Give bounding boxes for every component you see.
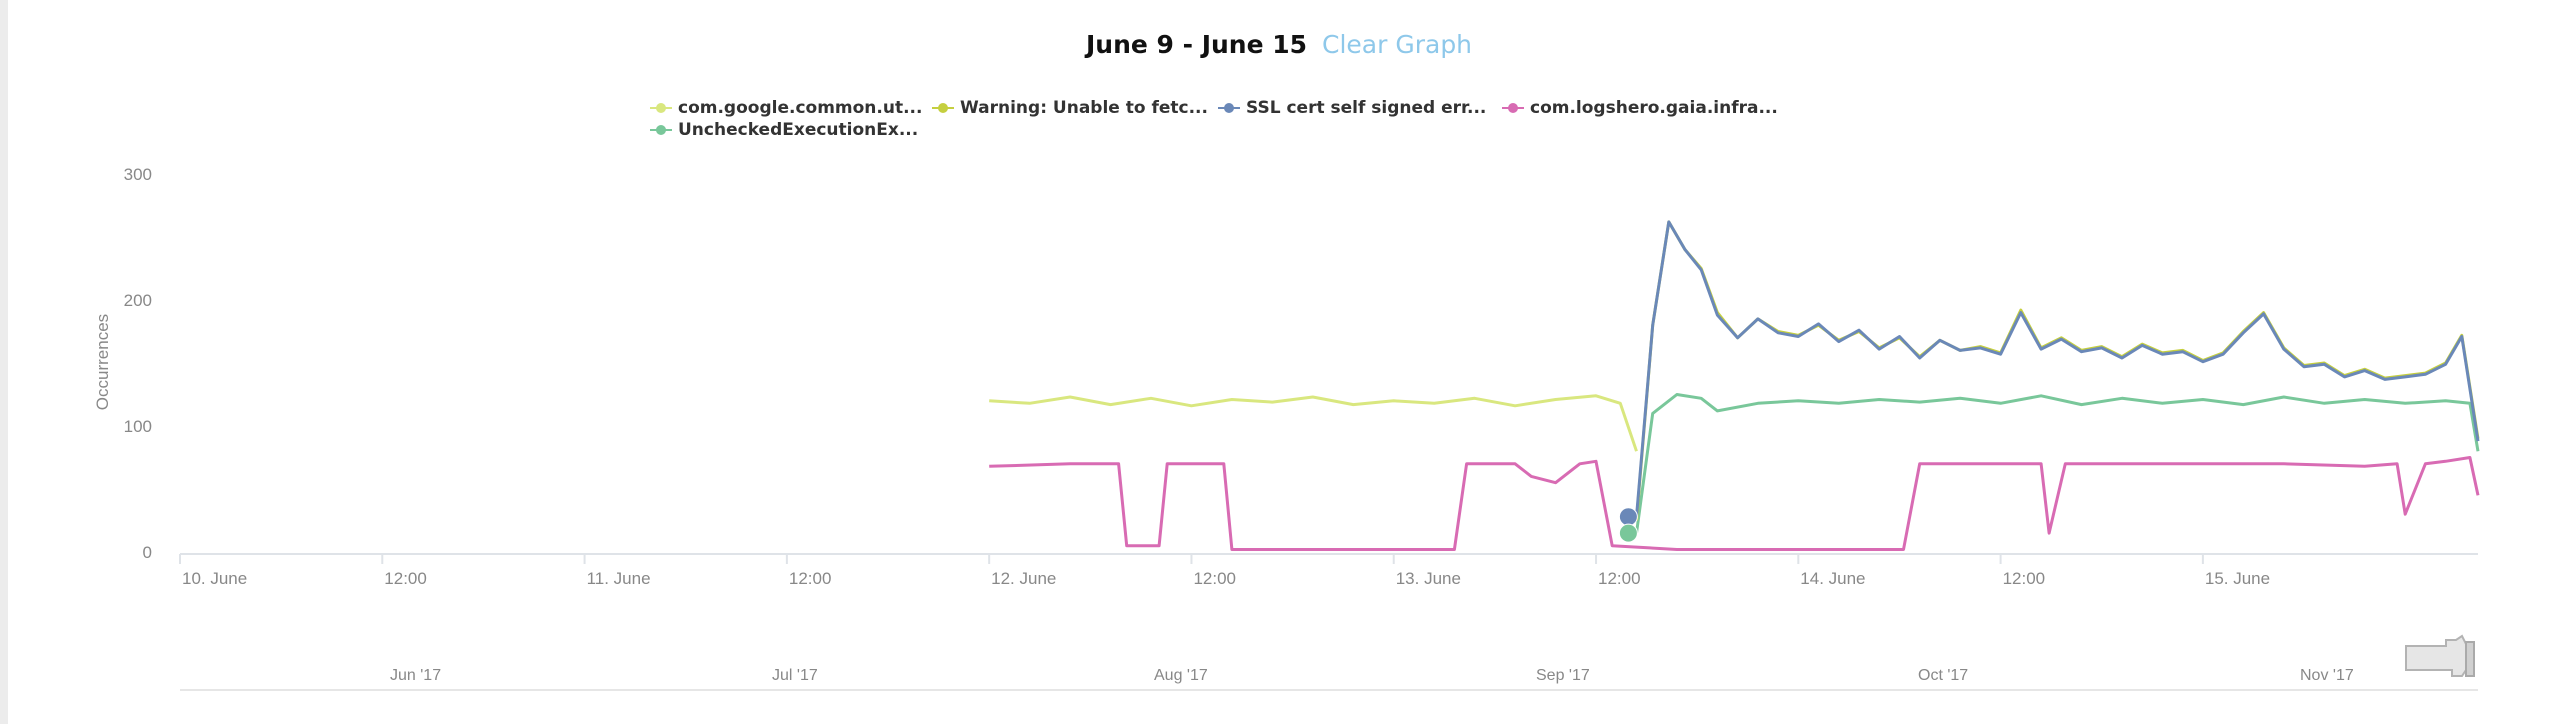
x-tick-label: 12:00 bbox=[384, 569, 427, 588]
y-tick-label: 0 bbox=[143, 543, 152, 562]
x-tick-label: 11. June bbox=[587, 569, 651, 588]
series-line-4 bbox=[989, 456, 2480, 551]
navigator-tick-label: Jul '17 bbox=[772, 667, 818, 684]
y-tick-label: 200 bbox=[124, 291, 152, 310]
series-line-3 bbox=[1635, 220, 2480, 517]
chart-plot-area: 0 100 200 300 Occurrences 10. June 12:00 11. Ju… bbox=[93, 165, 2480, 691]
hover-marker bbox=[1618, 507, 1638, 527]
x-tick-label: 12:00 bbox=[2003, 569, 2046, 588]
x-tick-label: 12. June bbox=[991, 569, 1056, 588]
series-line-2 bbox=[1635, 220, 2480, 521]
navigator-tick-label: Oct '17 bbox=[1918, 667, 1968, 684]
x-tick-label: 14. June bbox=[1800, 569, 1865, 588]
x-tick-label: 12:00 bbox=[1193, 569, 1236, 588]
navigator-tick-label: Jun '17 bbox=[390, 667, 441, 684]
hand-cursor-icon[interactable] bbox=[2400, 634, 2490, 690]
y-tick-label: 100 bbox=[124, 417, 152, 436]
x-tick-label: 13. June bbox=[1396, 569, 1461, 588]
series-line-1 bbox=[989, 394, 1638, 452]
hover-marker bbox=[1618, 523, 1638, 543]
navigator-tick-label: Aug '17 bbox=[1154, 667, 1208, 684]
series-line-5 bbox=[1635, 393, 2480, 534]
x-tick-label: 12:00 bbox=[789, 569, 832, 588]
y-tick-label: 300 bbox=[124, 165, 152, 184]
x-tick-label: 12:00 bbox=[1598, 569, 1641, 588]
x-tick-label: 15. June bbox=[2205, 569, 2270, 588]
navigator-tick-label: Nov '17 bbox=[2300, 667, 2354, 684]
navigator-tick-label: Sep '17 bbox=[1536, 667, 1590, 684]
y-axis-label: Occurrences bbox=[93, 314, 112, 410]
x-tick-label: 10. June bbox=[182, 569, 247, 588]
